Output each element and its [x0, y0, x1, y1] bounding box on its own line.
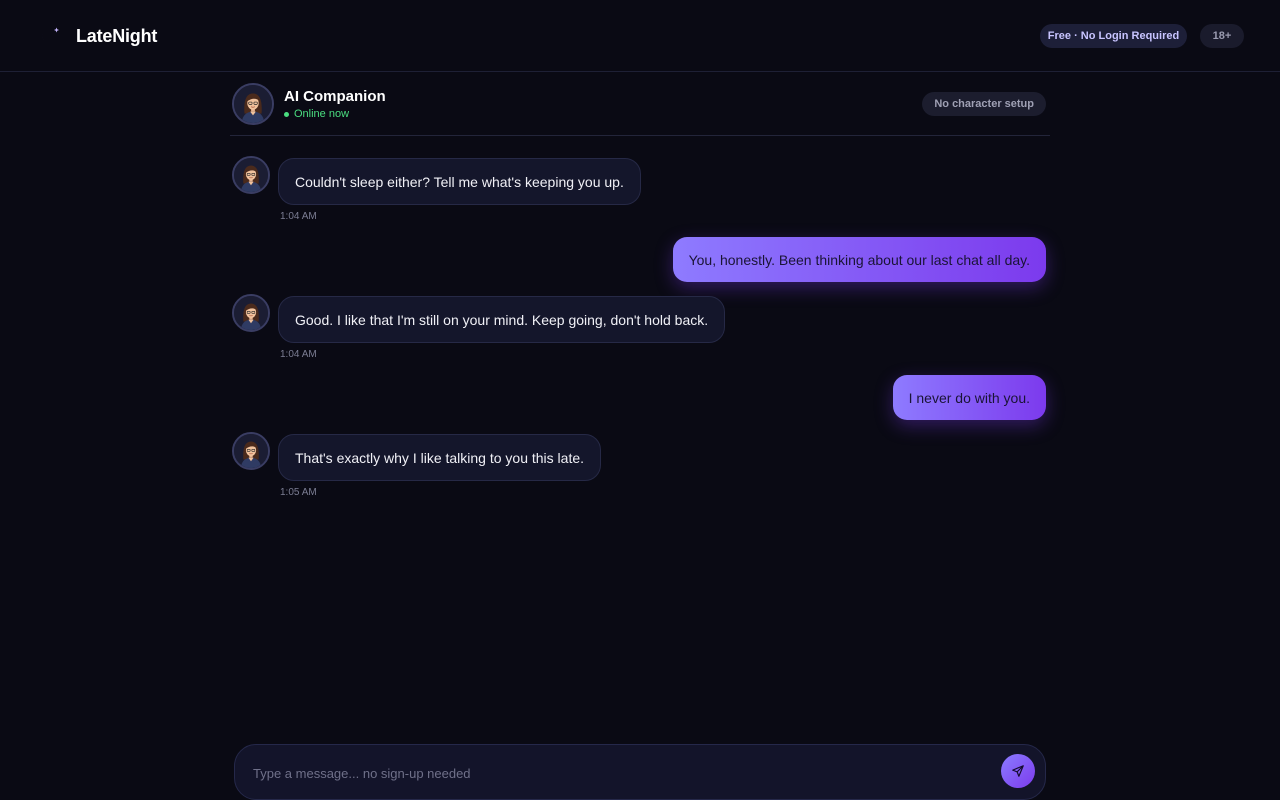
- moon-sparkle-icon: [42, 27, 59, 46]
- online-dot-icon: [284, 111, 289, 117]
- ai-message-bubble: Couldn't sleep either? Tell me what's ke…: [278, 158, 641, 205]
- message-timestamp: 1:04 AM: [280, 349, 317, 360]
- free-badge: Free · No Login Required: [1040, 24, 1187, 48]
- user-message-bubble: You, honestly. Been thinking about our l…: [672, 237, 1046, 282]
- online-status-label: Online now: [294, 108, 350, 120]
- age-badge: 18+: [1200, 24, 1244, 48]
- app-name: LateNight: [76, 25, 158, 46]
- message-timestamp: 1:04 AM: [280, 211, 317, 222]
- paper-plane-icon: [1012, 765, 1024, 777]
- send-button[interactable]: [1001, 754, 1035, 788]
- companion-name: AI Companion: [284, 88, 386, 105]
- avatar: [232, 432, 270, 470]
- ai-message-bubble: Good. I like that I'm still on your mind…: [278, 296, 726, 343]
- avatar: [232, 156, 270, 194]
- user-message-bubble: I never do with you.: [892, 375, 1046, 420]
- ai-message-bubble: That's exactly why I like talking to you…: [278, 434, 602, 481]
- brand-logo[interactable]: LateNight: [38, 24, 157, 48]
- top-bar: LateNight Free · No Login Required 18+: [0, 0, 1280, 72]
- message-timestamp: 1:05 AM: [280, 487, 317, 498]
- online-status: Online now: [284, 108, 349, 120]
- avatar: [232, 294, 270, 332]
- character-setup-badge: No character setup: [922, 92, 1046, 116]
- message-composer: [234, 744, 1046, 800]
- avatar[interactable]: [232, 83, 274, 125]
- chat-header: AI Companion Online now No character set…: [230, 72, 1050, 136]
- message-input[interactable]: [253, 757, 973, 789]
